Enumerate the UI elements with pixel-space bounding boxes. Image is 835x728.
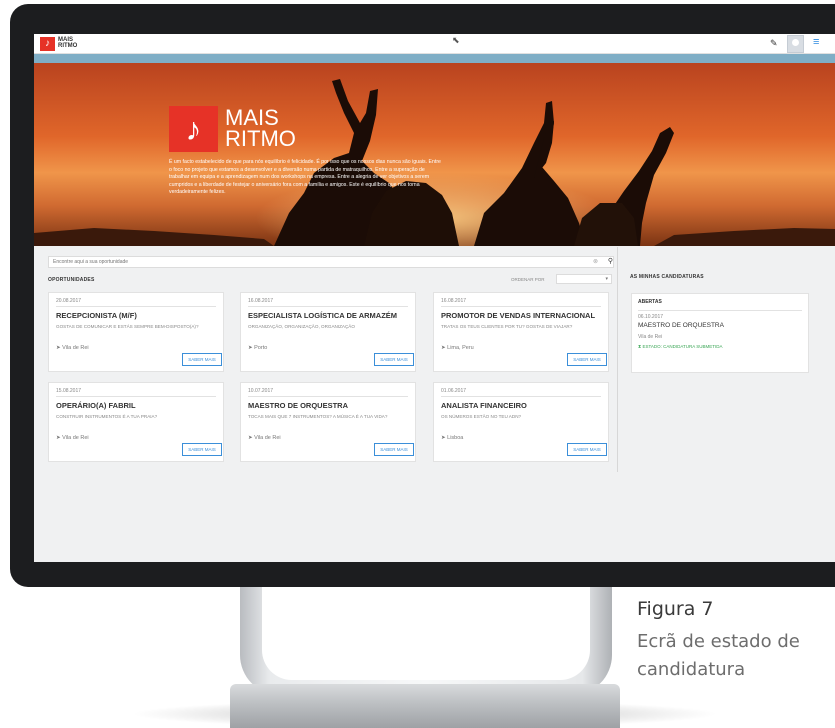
hero-banner: ♪ MAIS RITMO É um facto estabelecido de … [34,63,835,246]
figure-label: Figura 7 [637,598,714,620]
search-input[interactable] [53,257,573,267]
panel-divider [638,310,802,311]
location-arrow-icon: ➤ [248,435,253,441]
location-arrow-icon: ➤ [441,435,446,441]
location-arrow-icon: ➤ [56,435,61,441]
hero-logo-icon: ♪ [169,106,218,152]
card-date: 15.08.2017 [56,388,82,394]
logo-text[interactable]: MAIS RITMO [58,37,88,49]
card-location-text: Porto [254,345,268,351]
card-subtitle: ORGANIZAÇÃO, ORGANIZAÇÃO, ORGANIZAÇÃO [248,324,355,329]
opportunity-card[interactable]: 20.08.2017 RECEPCIONISTA (M/F) GOSTAS DE… [48,292,224,372]
hero-brand: MAIS RITMO [225,105,296,151]
application-date: 06.10.2017 [638,314,664,320]
hero-description: É um facto estabelecido de que para nós … [169,159,441,196]
opportunities-heading: OPORTUNIDADES [48,277,95,283]
search-icon[interactable]: ⚲ [606,257,615,267]
card-title: OPERÁRIO(A) FABRIL [56,401,136,410]
mouse-cursor-icon: ⬉ [452,35,460,45]
card-location: ➤ Porto [248,345,267,351]
chevron-down-icon: ▾ [605,276,608,282]
card-date: 16.08.2017 [441,298,467,304]
card-location-text: Lisboa [447,435,464,441]
card-title: ANALISTA FINANCEIRO [441,401,527,410]
card-date: 10.07.2017 [248,388,274,394]
card-location: ➤ Vila de Rei [56,345,89,351]
card-divider [56,396,216,397]
saber-mais-button[interactable]: SABER MAIS [374,443,414,456]
opportunity-card[interactable]: 16.08.2017 ESPECIALISTA LOGÍSTICA DE ARM… [240,292,416,372]
location-arrow-icon: ➤ [248,345,253,351]
opportunity-card[interactable]: 01.06.2017 ANALISTA FINANCEIRO OS NÚMERO… [433,382,609,462]
application-status: ⧗ ESTADO: CANDIDATURA SUBMETIDA [638,344,723,349]
logo-icon[interactable]: ♪ [40,37,55,51]
saber-mais-button[interactable]: SABER MAIS [182,353,222,366]
opportunity-card[interactable]: 16.08.2017 PROMOTOR DE VENDAS INTERNACIO… [433,292,609,372]
order-by-label: ORDENAR POR [511,277,545,282]
card-title: MAESTRO DE ORQUESTRA [248,401,349,410]
card-date: 01.06.2017 [441,388,467,394]
close-icon[interactable]: ⊗ [593,258,598,265]
card-title: PROMOTOR DE VENDAS INTERNACIONAL [441,311,596,320]
saber-mais-button[interactable]: SABER MAIS [182,443,222,456]
crowd-silhouette-image [34,79,835,246]
application-location: Vila de Rei [638,334,663,340]
column-divider [617,247,618,472]
card-location: ➤ Lima, Peru [441,345,474,351]
card-date: 20.08.2017 [56,298,82,304]
card-location: ➤ Vila de Rei [56,435,89,441]
card-location-text: Lima, Peru [447,345,474,351]
screen: ♪ MAIS RITMO ⬉ ✎ ≡ ♪ MAIS RITMO É um fac… [34,34,835,562]
app-header: ♪ MAIS RITMO ⬉ ✎ ≡ [34,34,835,54]
card-location: ➤ Vila de Rei [248,435,281,441]
card-date: 16.08.2017 [248,298,274,304]
opportunity-card[interactable]: 15.08.2017 OPERÁRIO(A) FABRIL CONSTRUIR … [48,382,224,462]
card-divider [441,396,601,397]
location-arrow-icon: ➤ [441,345,446,351]
card-divider [248,306,408,307]
card-subtitle: CONSTRUIR INSTRUMENTOS É A TUA PRAIA? [56,414,158,419]
avatar[interactable] [787,35,804,53]
monitor-stand-opening [262,585,590,680]
hourglass-icon: ⧗ [638,344,642,349]
saber-mais-button[interactable]: SABER MAIS [374,353,414,366]
card-title: ESPECIALISTA LOGÍSTICA DE ARMAZÉM [248,311,398,320]
pencil-icon[interactable]: ✎ [770,38,778,49]
header-subbar [34,54,835,63]
card-subtitle: TOCAS MAIS QUE 7 INSTRUMENTOS? A MÚSICA … [248,414,388,419]
application-status-text: ESTADO: CANDIDATURA SUBMETIDA [642,344,723,349]
card-title: RECEPCIONISTA (M/F) [56,311,137,320]
applications-panel: ABERTAS 06.10.2017 MAESTRO DE ORQUESTRA … [631,293,809,373]
card-location: ➤ Lisboa [441,435,463,441]
application-title[interactable]: MAESTRO DE ORQUESTRA [638,322,724,329]
saber-mais-button[interactable]: SABER MAIS [567,353,607,366]
hamburger-icon[interactable]: ≡ [813,36,819,48]
search-bar: ⊗ ⚲ [48,256,614,268]
card-divider [441,306,601,307]
card-subtitle: GOSTAS DE COMUNICAR E ESTÁS SEMPRE BEM-D… [56,324,199,329]
card-location-text: Vila de Rei [62,435,89,441]
card-location-text: Vila de Rei [254,435,281,441]
card-location-text: Vila de Rei [62,345,89,351]
card-subtitle: TRATAS OS TEUS CLIENTES POR TU? GOSTAS D… [441,324,573,329]
saber-mais-button[interactable]: SABER MAIS [567,443,607,456]
applications-open-heading: ABERTAS [638,299,662,305]
card-divider [56,306,216,307]
figure-caption: Ecrã de estado de candidatura [637,631,800,680]
monitor-stand-base [230,684,620,728]
my-applications-heading: AS MINHAS CANDIDATURAS [630,274,704,280]
card-subtitle: OS NÚMEROS ESTÃO NO TEU ADN? [441,414,522,419]
order-by-select[interactable]: ▾ [556,274,612,284]
card-divider [248,396,408,397]
location-arrow-icon: ➤ [56,345,61,351]
opportunity-card[interactable]: 10.07.2017 MAESTRO DE ORQUESTRA TOCAS MA… [240,382,416,462]
